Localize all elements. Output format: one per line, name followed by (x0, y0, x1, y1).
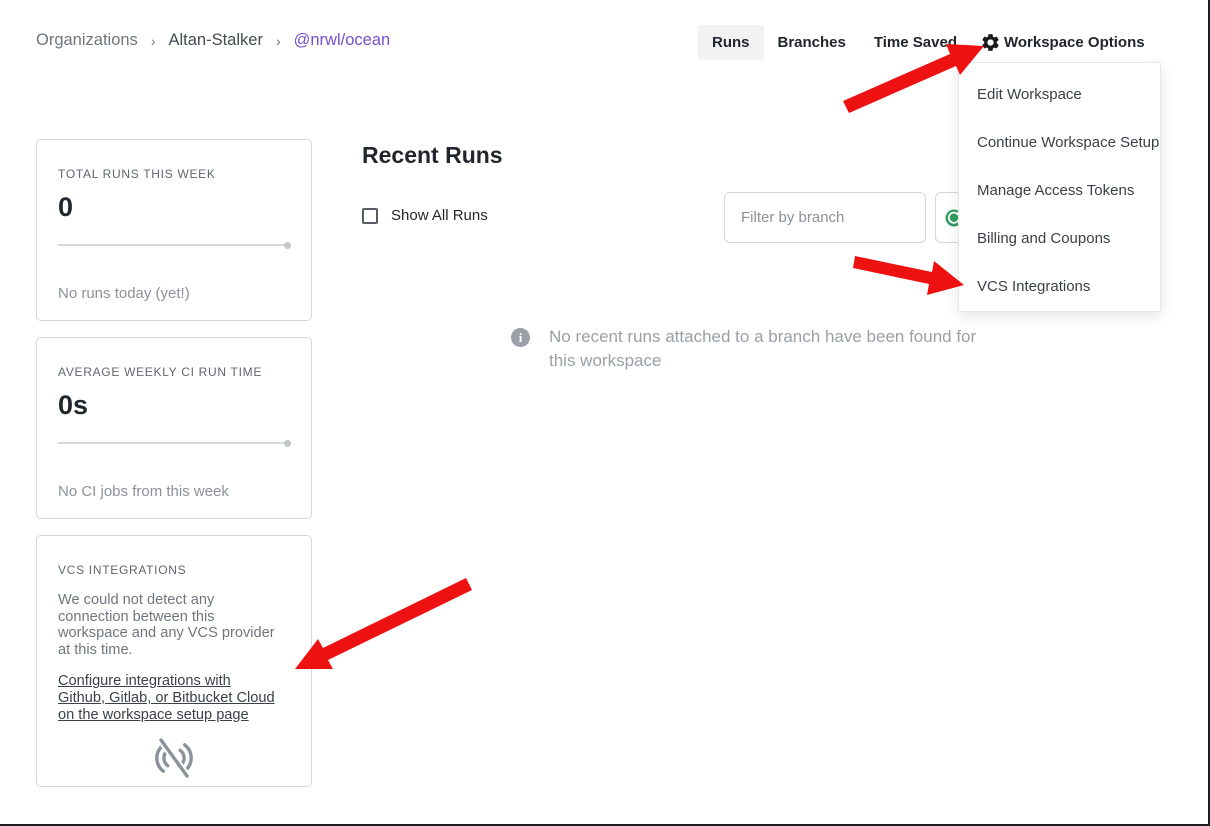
menu-item-vcs-integrations[interactable]: VCS Integrations (959, 262, 1160, 310)
sparkline-dot (284, 440, 291, 447)
gear-icon (980, 32, 1001, 53)
workspace-runs-page: Organizations › Altan-Stalker › @nrwl/oc… (0, 0, 1210, 826)
menu-item-continue-workspace-setup[interactable]: Continue Workspace Setup (959, 118, 1160, 166)
sparkline-chart (58, 244, 286, 246)
breadcrumb-organization[interactable]: Altan-Stalker (168, 31, 262, 50)
no-connection-icon (150, 731, 198, 779)
total-runs-value: 0 (58, 192, 73, 223)
workspace-options-button[interactable]: Workspace Options (980, 32, 1145, 53)
breadcrumb: Organizations › Altan-Stalker › @nrwl/oc… (36, 31, 390, 50)
configure-integrations-link[interactable]: Configure integrations with Github, Gitl… (58, 673, 280, 723)
vcs-card-description: We could not detect any connection betwe… (58, 592, 286, 658)
menu-item-edit-workspace[interactable]: Edit Workspace (959, 70, 1160, 118)
empty-state-text: No recent runs attached to a branch have… (549, 325, 981, 373)
avg-ci-time-card: AVERAGE WEEKLY CI RUN TIME 0s No CI jobs… (36, 337, 312, 519)
show-all-runs-label: Show All Runs (391, 207, 488, 224)
filter-by-branch-input[interactable] (724, 192, 926, 243)
tab-branches[interactable]: Branches (764, 25, 860, 60)
page-title: Recent Runs (362, 142, 503, 169)
annotation-arrow-configure-link (295, 578, 472, 669)
tab-runs[interactable]: Runs (698, 25, 764, 60)
total-runs-card: TOTAL RUNS THIS WEEK 0 No runs today (ye… (36, 139, 312, 321)
annotation-arrow-vcs-menu-item (853, 256, 964, 295)
top-tab-bar: Runs Branches Time Saved Workspace Optio… (698, 25, 1145, 60)
sparkline-dot (284, 242, 291, 249)
chevron-right-icon: › (151, 32, 156, 49)
breadcrumb-organizations[interactable]: Organizations (36, 31, 138, 50)
show-all-runs-toggle[interactable]: Show All Runs (362, 207, 488, 224)
card-note: No runs today (yet!) (58, 285, 190, 302)
menu-item-manage-access-tokens[interactable]: Manage Access Tokens (959, 166, 1160, 214)
tab-time-saved[interactable]: Time Saved (860, 25, 971, 60)
empty-state-message: i No recent runs attached to a branch ha… (511, 325, 981, 373)
card-note: No CI jobs from this week (58, 483, 229, 500)
menu-item-billing-and-coupons[interactable]: Billing and Coupons (959, 214, 1160, 262)
workspace-options-label: Workspace Options (1004, 34, 1145, 51)
card-title: AVERAGE WEEKLY CI RUN TIME (58, 365, 262, 379)
vcs-integrations-card: VCS INTEGRATIONS We could not detect any… (36, 535, 312, 787)
card-title: TOTAL RUNS THIS WEEK (58, 167, 216, 181)
avg-ci-time-value: 0s (58, 390, 88, 421)
info-icon: i (511, 328, 530, 347)
chevron-right-icon: › (276, 32, 281, 49)
breadcrumb-workspace[interactable]: @nrwl/ocean (294, 31, 391, 50)
card-title: VCS INTEGRATIONS (58, 563, 290, 577)
show-all-runs-checkbox[interactable] (362, 208, 378, 224)
workspace-options-menu: Edit Workspace Continue Workspace Setup … (958, 62, 1161, 312)
sparkline-chart (58, 442, 286, 444)
